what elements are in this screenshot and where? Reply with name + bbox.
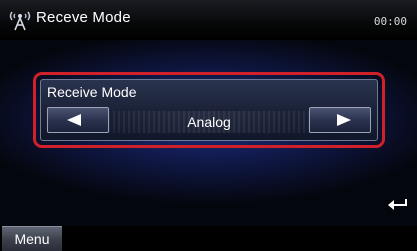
right-arrow-icon [337,114,351,126]
left-arrow-icon [67,114,81,126]
back-icon[interactable] [387,196,409,212]
receive-mode-label: Receive Mode [47,84,137,100]
antenna-icon [9,11,31,31]
receive-mode-panel-highlight: Receive Mode Analog [33,72,385,148]
clock: 00:00 [373,15,407,28]
previous-option-button[interactable] [47,107,109,133]
page-title: Receve Mode [36,9,131,26]
menu-button[interactable]: Menu [2,226,62,251]
receive-mode-setting: Receive Mode Analog [40,79,378,141]
bottom-bar: Menu [0,226,417,251]
next-option-button[interactable] [309,107,371,133]
title-bar: Receve Mode 00:00 [0,0,417,40]
